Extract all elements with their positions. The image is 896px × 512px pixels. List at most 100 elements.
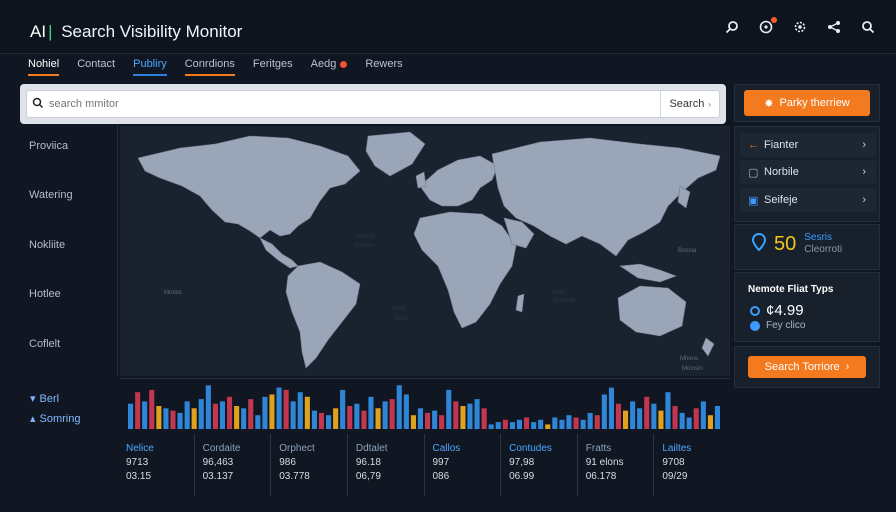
table-column: Contudes 97,98 06.99 xyxy=(501,434,578,496)
table-cell: 91 elons xyxy=(585,457,624,468)
search-bar-container: Search › xyxy=(20,84,726,124)
bar xyxy=(481,408,487,429)
table-column: Ddtalet 96.18 06,79 xyxy=(348,434,425,496)
bar xyxy=(205,385,211,429)
app-title: AI | Search Visibility Monitor xyxy=(30,22,242,42)
legend-item-berl[interactable]: ▾ Berl xyxy=(30,392,59,405)
bar xyxy=(382,401,388,429)
map-label: Reep xyxy=(394,316,409,322)
tab-rewers[interactable]: Rewers xyxy=(365,58,402,76)
bar xyxy=(615,403,621,429)
legend-item-somring[interactable]: ▴ Somring xyxy=(30,412,81,425)
radio-selected-icon[interactable] xyxy=(750,320,760,331)
bar xyxy=(714,406,720,429)
share-icon[interactable] xyxy=(826,20,842,36)
table-cell: 96,463 xyxy=(202,457,234,468)
app-title-prefix: AI xyxy=(30,22,47,41)
bar xyxy=(340,389,346,429)
table-cell: 03.137 xyxy=(202,471,234,482)
notification-dot xyxy=(771,17,777,23)
secondary-button-label: Search Torriore xyxy=(764,361,840,373)
continent-africa xyxy=(413,211,517,329)
bar xyxy=(396,385,402,429)
secondary-action-button[interactable]: Search Torriore › xyxy=(748,356,866,378)
table-cell: 997 xyxy=(432,457,450,468)
primary-action-button[interactable]: ✸ Parky therriew xyxy=(744,90,870,116)
bar xyxy=(347,406,353,429)
search-icon[interactable] xyxy=(724,20,740,36)
settings-icon[interactable] xyxy=(792,20,808,36)
continent-north-america xyxy=(137,135,361,239)
right-item-norbile[interactable]: ▢ Norbile › xyxy=(740,160,876,184)
bar xyxy=(707,415,713,429)
stat-widget: 50 Sesris Cleorroti xyxy=(751,232,842,256)
table-cell: 03.15 xyxy=(126,471,152,482)
right-item-seifeje[interactable]: ▣ Seifeje › xyxy=(740,188,876,212)
right-item-label: Fianter xyxy=(764,139,799,151)
bar xyxy=(623,410,629,429)
search-icon[interactable] xyxy=(860,20,876,36)
tab-aedg[interactable]: Aedg xyxy=(311,58,348,76)
chart-legend: ▾ Berl ▴ Somring xyxy=(20,378,120,434)
bar xyxy=(665,392,671,429)
continent-south-america xyxy=(285,261,361,369)
bar xyxy=(417,408,423,429)
bar xyxy=(368,396,374,429)
bar xyxy=(184,401,190,429)
stat-value: 50 xyxy=(774,232,797,255)
bar xyxy=(460,406,466,429)
search-input[interactable] xyxy=(49,98,661,110)
nav-item-proviica[interactable]: Proviica xyxy=(29,140,68,152)
bar xyxy=(488,424,494,429)
map-label: Moinsin xyxy=(682,366,703,372)
bar xyxy=(276,387,282,429)
column-header: Nelice xyxy=(126,443,154,454)
triangle-up-icon: ▴ xyxy=(30,413,36,425)
nav-item-coflelt[interactable]: Coflelt xyxy=(29,338,60,350)
column-header: Contudes xyxy=(509,443,552,454)
continent-madagascar xyxy=(515,293,525,313)
nav-item-hotlee[interactable]: Hotlee xyxy=(29,288,61,300)
table-cell: 06.178 xyxy=(585,471,617,482)
bar xyxy=(219,401,225,429)
bar xyxy=(241,408,247,429)
table-cell: 06,79 xyxy=(355,471,381,482)
triangle-down-icon: ▾ xyxy=(30,393,36,405)
bar xyxy=(573,417,579,429)
map-label: Cadsos xyxy=(354,243,374,249)
bar xyxy=(700,401,706,429)
nav-item-nokliite[interactable]: Nokliite xyxy=(29,239,65,251)
nav-item-watering[interactable]: Watering xyxy=(29,189,73,201)
legend-label: Berl xyxy=(39,393,60,405)
chevron-right-icon: › xyxy=(862,139,866,151)
tab-conrdions[interactable]: Conrdions xyxy=(184,58,235,76)
bar xyxy=(601,394,607,429)
tab-bar: Nohiel Contact Publiry Conrdions Feritge… xyxy=(28,58,403,76)
radio-icon[interactable] xyxy=(750,305,760,316)
search-box: Search › xyxy=(26,90,720,118)
bar xyxy=(509,422,515,429)
bar xyxy=(177,412,183,429)
right-item-fianter[interactable]: ← Fianter › xyxy=(740,133,876,157)
table-column: Fratts 91 elons 06.178 xyxy=(578,434,655,496)
right-item-label: Norbile xyxy=(764,166,799,178)
bar xyxy=(311,410,317,429)
tab-publiry[interactable]: Publiry xyxy=(133,58,167,76)
world-map[interactable]: Desnia Cadsos Mroiss Nenit Reep Nolat Ed… xyxy=(120,126,730,376)
alert-icon[interactable] xyxy=(758,17,777,36)
tab-feritges[interactable]: Feritges xyxy=(253,58,293,76)
bar xyxy=(361,410,367,429)
legend-label: Somring xyxy=(39,413,81,425)
continent-greenland xyxy=(365,131,426,177)
bar xyxy=(686,417,692,429)
tab-contact[interactable]: Contact xyxy=(77,58,115,76)
chevron-right-icon: › xyxy=(845,361,850,373)
continent-indonesia xyxy=(619,263,677,283)
column-header: Ddtalet xyxy=(355,443,388,454)
bar xyxy=(467,403,473,429)
tab-nohiel[interactable]: Nohiel xyxy=(28,58,60,76)
data-table: Nelice 9713 03.15 Cordaite 96,463 03.137 Orp… xyxy=(118,434,730,496)
search-button[interactable]: Search › xyxy=(660,91,719,117)
map-label: Nenit xyxy=(392,306,406,312)
bar xyxy=(545,424,551,429)
